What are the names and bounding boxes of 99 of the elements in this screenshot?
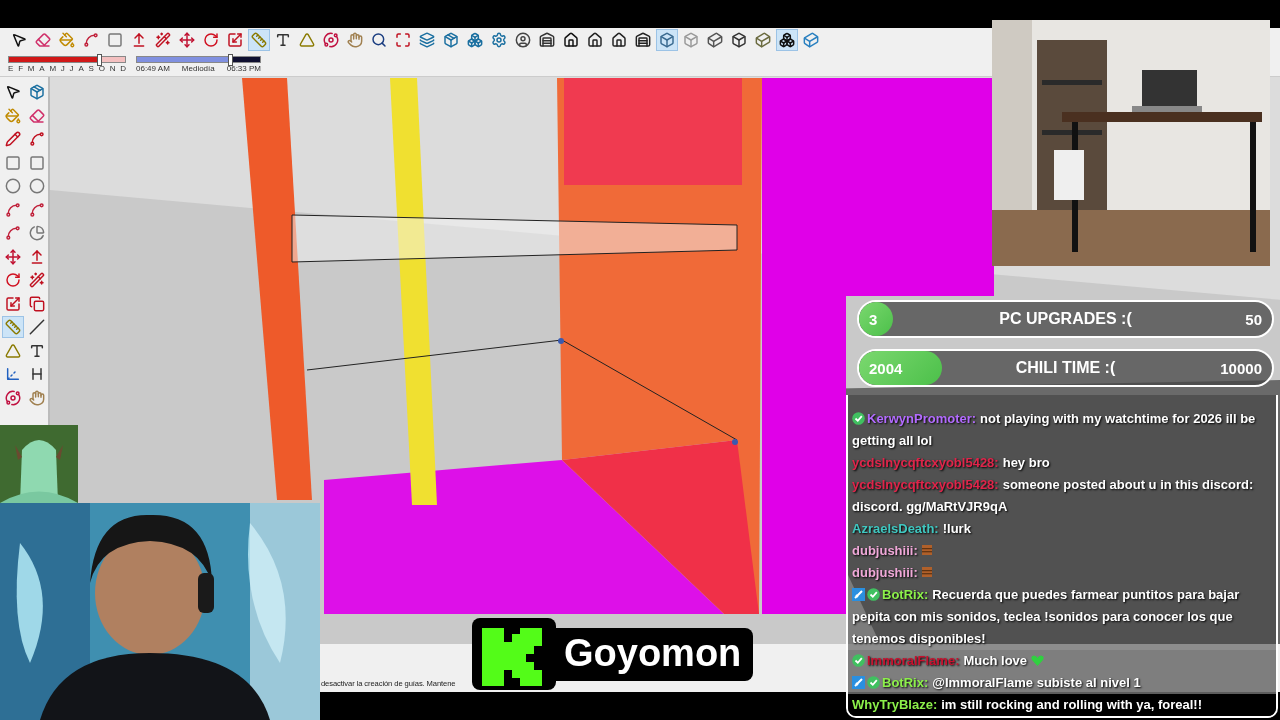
package-icon — [29, 84, 45, 100]
orbit-icon — [323, 32, 339, 48]
push-pull-icon — [131, 32, 147, 48]
protractor-icon — [5, 342, 21, 359]
guide-point — [732, 439, 738, 445]
cube-icon — [683, 32, 699, 48]
hand-icon — [347, 32, 363, 48]
circle-icon — [5, 178, 21, 194]
tick-label: A — [78, 63, 84, 73]
tick-label: Mediodía — [181, 63, 215, 73]
goal-count: 2004 — [869, 359, 904, 377]
tape-measure-icon — [251, 32, 267, 48]
text-icon — [29, 342, 45, 359]
chat-message: ImmoralFlame: Much love — [867, 653, 1028, 668]
axes-icon — [5, 366, 21, 382]
home-icon — [611, 32, 627, 48]
house-icon — [539, 32, 555, 48]
goal-count: 3 — [869, 310, 879, 328]
move-icon — [5, 248, 21, 265]
circle-icon — [29, 178, 45, 194]
scale-icon — [227, 32, 243, 48]
tick-label: 06:33 PM — [226, 63, 261, 73]
tick-label: M — [27, 63, 35, 73]
arc-icon — [5, 225, 21, 241]
move-icon — [179, 32, 195, 48]
chat-message: ycdslnycqftcxyobl5428: hey bro — [852, 455, 1050, 470]
chat-message: BotRix: Recuerda que puedes farmear puntitos para bajar pepita con mis sonidos, teclea !sonidos para conocer los que tenemos disponibles! — [852, 587, 1240, 646]
orbit-icon — [5, 389, 21, 406]
rotate-icon — [5, 272, 21, 288]
guide-point — [558, 338, 564, 344]
layers-icon — [419, 32, 435, 48]
slider-handle[interactable] — [228, 53, 234, 66]
pointer-icon — [5, 84, 21, 100]
paint-bucket-icon — [5, 107, 21, 124]
rectangle-icon — [107, 32, 123, 48]
boxes-icon — [467, 32, 483, 48]
push-pull-icon — [29, 248, 45, 265]
scale-icon — [5, 295, 21, 312]
tick-label: O — [98, 63, 105, 73]
chat-message: ycdslnycqftcxyobl5428: someone posted about u in this discord: discord. gg/MaRtVJR9qA — [852, 477, 1254, 514]
tick-label: S — [88, 63, 94, 73]
arc-icon — [29, 201, 45, 218]
rectangle-icon — [5, 154, 21, 171]
home-icon — [563, 32, 579, 48]
text-3d-icon — [29, 366, 45, 382]
hand-icon — [29, 389, 45, 406]
pie-icon — [29, 225, 45, 241]
chat-message: BotRix: @ImmoralFlame subiste al nivel 1 — [882, 675, 1141, 690]
goal-title: CHILI TIME :( — [1014, 359, 1117, 377]
eraser-icon — [29, 107, 45, 124]
user-icon — [515, 32, 531, 48]
goal-title: PC UPGRADES :( — [998, 310, 1133, 328]
follow-me-icon — [155, 32, 171, 48]
arc-icon — [83, 32, 99, 48]
tape-measure-icon — [5, 319, 21, 335]
chat-message: WhyTryBlaze: im still rocking and rolling with ya, foreal!! — [852, 697, 1202, 712]
protractor-icon — [299, 32, 315, 48]
follow-me-icon — [29, 272, 45, 288]
tick-label: M — [49, 63, 57, 73]
eraser-icon — [35, 32, 51, 48]
paint-bucket-icon — [59, 32, 75, 48]
cube-icon — [659, 32, 675, 48]
house-icon — [635, 32, 651, 48]
cube-icon — [779, 32, 795, 48]
pointer-icon — [11, 32, 27, 48]
dimension-icon — [29, 319, 45, 335]
search-icon — [371, 32, 387, 48]
tick-label: J — [69, 63, 74, 73]
tick-label: E — [8, 63, 14, 73]
tick-label: F — [18, 63, 23, 73]
house-icon — [587, 32, 603, 48]
package-icon — [443, 32, 459, 48]
arc-icon — [5, 201, 21, 218]
goal-target: 50 — [1244, 310, 1262, 328]
pencil-icon — [5, 131, 21, 147]
goal-target: 10000 — [1219, 359, 1262, 377]
tick-label: 06:49 AM — [136, 63, 170, 73]
chat-message: dubjushiii: — [852, 565, 919, 580]
text-icon — [275, 32, 291, 48]
cube-icon — [755, 32, 771, 48]
tick-label: A — [39, 63, 45, 73]
zoom-extents-icon — [395, 32, 411, 48]
offset-icon — [29, 295, 45, 312]
slider-handle[interactable] — [97, 53, 103, 66]
rotate-icon — [203, 32, 219, 48]
cube-icon — [731, 32, 747, 48]
chat-message: dubjushiii: — [852, 543, 919, 558]
cube-tool[interactable] — [776, 29, 798, 51]
tick-label: N — [109, 63, 116, 73]
rectangle-icon — [29, 154, 45, 171]
cube-icon — [707, 32, 723, 48]
tick-label: J — [60, 63, 65, 73]
logo-icon — [472, 618, 556, 690]
cube-icon — [803, 32, 819, 48]
settings-icon — [491, 32, 507, 48]
freehand-icon — [29, 131, 45, 147]
chat-message: AzraelsDeath: !lurk — [852, 521, 971, 536]
tick-label: D — [120, 63, 126, 73]
streamer-name: Goyomon — [554, 627, 754, 681]
